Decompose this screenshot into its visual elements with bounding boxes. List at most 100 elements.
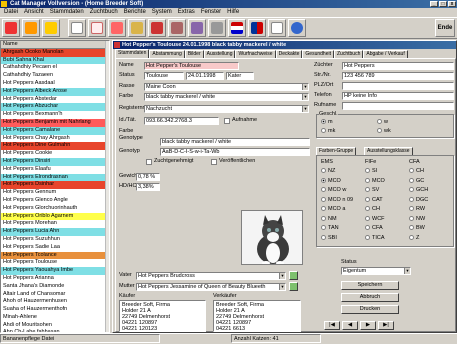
father-open-button[interactable] <box>289 271 298 280</box>
list-item[interactable]: Hot Peppers Oriblo Agarnem <box>1 212 109 221</box>
list-item[interactable]: Cathahdhiy Tazaeen <box>1 72 109 80</box>
save-button[interactable]: Speichern <box>341 281 399 290</box>
help-icon[interactable] <box>288 19 306 37</box>
genotype-color-field[interactable]: black tabby mackerel / white <box>160 138 310 146</box>
cat-icon[interactable] <box>22 19 40 37</box>
class-radio-option[interactable]: GCH <box>409 187 428 193</box>
radio-button[interactable] <box>409 215 414 221</box>
radio-button[interactable] <box>409 225 414 231</box>
radio-button[interactable] <box>409 168 414 174</box>
list-scrollbar[interactable] <box>105 41 109 332</box>
menu-ansicht[interactable]: Ansicht <box>24 8 44 17</box>
radio-button[interactable] <box>321 225 326 231</box>
ownership-status-select[interactable]: Eigentum ▼ <box>341 267 411 275</box>
document-icon[interactable] <box>88 19 106 37</box>
class-radio-option[interactable]: NZ <box>321 168 335 174</box>
list-item[interactable]: Hot Peppers Bexmann'h <box>1 111 109 119</box>
radio-wk[interactable]: wk <box>377 128 391 134</box>
class-radio-option[interactable]: RW <box>409 206 425 212</box>
class-radio-option[interactable]: TICA <box>365 235 385 241</box>
class-radio-option[interactable]: CH <box>409 168 424 174</box>
class-radio-option[interactable]: SV <box>365 187 379 193</box>
list-item[interactable]: Hot Peppers Dine Gulmahn <box>1 142 109 151</box>
radio-button[interactable] <box>321 168 326 174</box>
zuchtgenehmigt-checkbox[interactable] <box>146 159 152 165</box>
chevron-down-icon[interactable]: ▼ <box>279 273 285 279</box>
class-radio-option[interactable]: WCF <box>365 216 385 222</box>
radio-button[interactable] <box>365 196 370 202</box>
kitten-icon[interactable] <box>108 19 126 37</box>
list-item[interactable]: Hot Peppers Suzuhhun <box>1 235 109 244</box>
nav-first-button[interactable]: |◀ <box>324 321 340 330</box>
list-item[interactable]: Hot Peppers Camalane <box>1 126 109 135</box>
father-field[interactable]: Hot Peppers Brudcross ▼ <box>136 272 286 280</box>
radio-m[interactable]: m <box>321 119 333 125</box>
menu-stammdaten[interactable]: Stammdaten <box>50 8 84 17</box>
class-radio-option[interactable]: MCO a <box>321 206 345 212</box>
cat-icon[interactable] <box>42 19 60 37</box>
list-item[interactable]: Hot Peppers Sadie Laa <box>1 243 109 252</box>
radio-button[interactable] <box>365 187 370 193</box>
people-icon[interactable] <box>188 19 206 37</box>
class-radio-option[interactable]: SI <box>365 168 377 174</box>
list-item[interactable]: Hot Peppers Dsinhar <box>1 181 109 190</box>
radio-button[interactable] <box>365 177 370 183</box>
reg-select[interactable]: Nachzucht ▼ <box>144 105 309 113</box>
class-radio-option[interactable]: MCO <box>365 178 385 184</box>
tab-ausstellungsklasse[interactable]: Ausstellungsklasse <box>364 147 413 155</box>
cat-icon[interactable] <box>2 19 20 37</box>
veroeffentlichen-checkbox[interactable] <box>211 159 217 165</box>
breed-select[interactable]: Maine Coon ▼ <box>144 83 309 91</box>
list-item[interactable]: Hot Peppers Tcolance <box>1 251 109 260</box>
menu-system[interactable]: System <box>152 8 172 17</box>
radio-button[interactable] <box>409 234 414 240</box>
list-item[interactable]: Hot Peppers Benjamin mit Nahrlang <box>1 118 109 127</box>
class-radio-option[interactable]: TAN <box>321 225 339 231</box>
mail-icon[interactable] <box>268 19 286 37</box>
radio-w[interactable]: w <box>377 119 388 125</box>
zip-field[interactable] <box>342 82 454 90</box>
class-radio-option[interactable]: MCO w <box>321 187 346 193</box>
folder-icon[interactable] <box>128 19 146 37</box>
tab-abstammung[interactable]: Abstammung <box>149 50 185 58</box>
list-item[interactable]: Hot Peppers Arianna <box>1 274 109 283</box>
list-item[interactable]: Ahrgash Ocoko Manolan <box>1 48 109 57</box>
cancel-button[interactable]: Abbruch <box>341 293 399 302</box>
hd-field[interactable]: 3,38% <box>136 183 160 191</box>
phone-field[interactable]: HP keine Info <box>342 92 454 100</box>
maximize-button[interactable]: □ <box>439 1 447 7</box>
class-radio-option[interactable]: SBI <box>321 235 337 241</box>
list-item[interactable]: Altair Land of Chansomar <box>1 290 109 299</box>
class-radio-option[interactable]: MCO <box>321 178 341 184</box>
tab-bilder[interactable]: Bilder <box>184 50 204 58</box>
chevron-down-icon[interactable]: ▼ <box>302 84 308 90</box>
class-radio-option[interactable]: CAT <box>365 197 383 203</box>
class-radio-option[interactable]: MCO n 09 <box>321 197 353 203</box>
list-item[interactable]: Santa Jhana's Diamonde <box>1 282 109 291</box>
class-radio-option[interactable]: BW <box>409 225 425 231</box>
sex-field[interactable]: Kater <box>226 72 254 80</box>
nav-prev-button[interactable]: ◀ <box>342 321 358 330</box>
chevron-down-icon[interactable]: ▼ <box>302 106 308 112</box>
tab-zuchtbuch[interactable]: Zuchtbuch <box>334 50 364 58</box>
chevron-down-icon[interactable]: ▼ <box>279 284 285 290</box>
list-item[interactable]: Ahoh of Hauzermenhusen <box>1 298 109 307</box>
book-icon[interactable] <box>148 19 166 37</box>
list-item[interactable]: Cathahdhiy Pecaen el <box>1 64 109 73</box>
list-item[interactable]: Hot Peppers Cookie <box>1 150 109 158</box>
list-item[interactable]: Minah-Ahlene <box>1 313 109 322</box>
print-button[interactable]: Drucken <box>341 305 399 314</box>
color-select[interactable]: black tabby mackerel / white ▼ <box>144 93 309 101</box>
tab-wurfnachweise[interactable]: Wurfnachweise <box>235 50 276 58</box>
document-icon[interactable] <box>68 19 86 37</box>
radio-button[interactable] <box>321 215 326 221</box>
callname-field[interactable]: Toulouse <box>144 72 184 80</box>
list-item[interactable]: Hot Peppers Yaouahya Imbe <box>1 267 109 275</box>
list-item[interactable]: Hot Peppers Morehan <box>1 220 109 229</box>
settings-icon[interactable] <box>208 19 226 37</box>
close-button[interactable]: x <box>448 1 456 7</box>
birthdate-field[interactable]: 24.01.1998 <box>186 72 224 80</box>
list-item[interactable]: Hot Peppers Aasdaal <box>1 79 109 88</box>
radio-button[interactable] <box>321 187 326 193</box>
id-field[interactable]: 093.66.342.2768.3 <box>144 117 219 125</box>
